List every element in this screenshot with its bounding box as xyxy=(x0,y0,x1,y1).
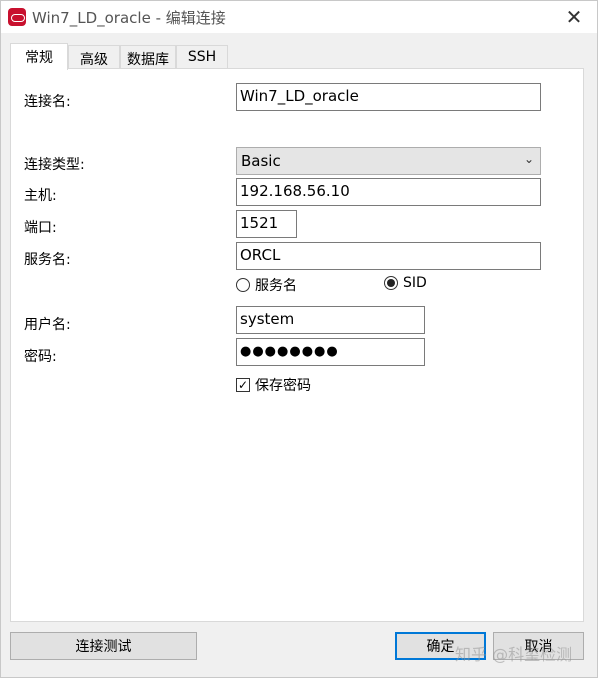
password-label: 密码: xyxy=(24,349,57,365)
oracle-app-icon xyxy=(8,8,26,26)
port-input[interactable]: 1521 xyxy=(236,210,297,238)
chevron-down-icon: ⌄ xyxy=(523,152,534,166)
window-title: Win7_LD_oracle - 编辑连接 xyxy=(32,9,226,27)
checkmark-icon: ✓ xyxy=(236,378,250,392)
port-label: 端口: xyxy=(24,220,57,236)
save-password-label: 保存密码 xyxy=(255,378,311,394)
user-label: 用户名: xyxy=(24,317,71,333)
title-bar[interactable]: Win7_LD_oracle - 编辑连接 ✕ xyxy=(1,1,597,33)
test-connection-button[interactable]: 连接测试 xyxy=(10,632,197,660)
conn-name-label: 连接名: xyxy=(24,94,71,110)
tab-database[interactable]: 数据库 xyxy=(120,45,176,69)
tab-advanced[interactable]: 高级 xyxy=(68,45,120,69)
radio-selected-icon xyxy=(384,276,398,290)
tab-general[interactable]: 常规 xyxy=(10,43,68,70)
edit-connection-dialog: Win7_LD_oracle - 编辑连接 ✕ 常规 高级 数据库 SSH 连接… xyxy=(0,0,598,678)
username-input[interactable]: system xyxy=(236,306,425,334)
radio-circle-icon xyxy=(236,278,250,292)
password-input[interactable]: ●●●●●●●● xyxy=(236,338,425,366)
host-input[interactable]: 192.168.56.10 xyxy=(236,178,541,206)
service-input[interactable]: ORCL xyxy=(236,242,541,270)
close-icon[interactable]: ✕ xyxy=(551,1,597,33)
conn-type-select[interactable]: Basic ⌄ xyxy=(236,147,541,175)
watermark: 知乎 @科玺检测 xyxy=(455,645,573,664)
general-tab-panel: 连接名: Win7_LD_oracle 连接类型: Basic ⌄ 主机: 19… xyxy=(10,68,584,622)
radio-service-name-label: 服务名 xyxy=(255,278,297,294)
host-label: 主机: xyxy=(24,188,57,204)
service-label: 服务名: xyxy=(24,252,71,268)
radio-sid-label: SID xyxy=(403,275,427,291)
radio-service-name[interactable]: 服务名 xyxy=(236,275,297,295)
save-password-checkbox[interactable]: ✓ 保存密码 xyxy=(236,375,311,395)
conn-name-input[interactable]: Win7_LD_oracle xyxy=(236,83,541,111)
radio-sid[interactable]: SID xyxy=(384,275,427,291)
conn-type-value: Basic xyxy=(241,152,281,170)
tab-ssh[interactable]: SSH xyxy=(176,45,228,69)
conn-type-label: 连接类型: xyxy=(24,157,85,173)
